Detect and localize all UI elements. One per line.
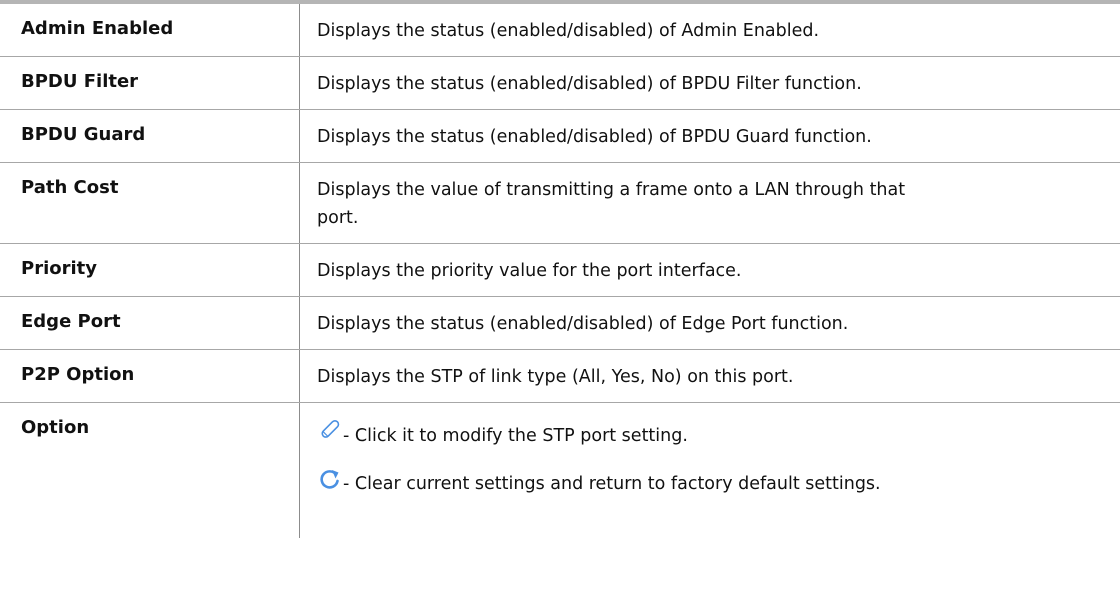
option-reset-text: - Clear current settings and return to f…	[343, 474, 881, 494]
description-text: Displays the status (enabled/disabled) o…	[317, 21, 820, 41]
term-cell: Path Cost	[0, 163, 300, 243]
term-label: Edge Port	[21, 311, 121, 332]
term-cell: Option	[0, 403, 300, 538]
table-row-p2p-option: P2P Option Displays the STP of link type…	[0, 350, 1120, 403]
description-text: Displays the status (enabled/disabled) o…	[317, 314, 849, 334]
option-edit-line: - Click it to modify the STP port settin…	[317, 405, 1080, 449]
term-cell: Priority	[0, 244, 300, 296]
term-label: Path Cost	[21, 177, 119, 198]
table-row-bpdu-guard: BPDU Guard Displays the status (enabled/…	[0, 110, 1120, 163]
table-row-option: Option - Click it to modify the STP port…	[0, 403, 1120, 538]
description-text: Displays the status (enabled/disabled) o…	[317, 127, 872, 147]
term-cell: BPDU Guard	[0, 110, 300, 162]
term-label: Option	[21, 417, 90, 438]
description-text: Displays the priority value for the port…	[317, 261, 742, 281]
pencil-edit-icon	[317, 419, 343, 449]
description-text: Displays the status (enabled/disabled) o…	[317, 74, 862, 94]
option-edit-text: - Click it to modify the STP port settin…	[343, 426, 688, 446]
term-label: BPDU Filter	[21, 71, 139, 92]
description-cell: Displays the value of transmitting a fra…	[300, 163, 1120, 243]
table-row-edge-port: Edge Port Displays the status (enabled/d…	[0, 297, 1120, 350]
option-reset-line: - Clear current settings and return to f…	[317, 453, 1080, 497]
description-table: Admin Enabled Displays the status (enabl…	[0, 0, 1120, 538]
description-cell: Displays the status (enabled/disabled) o…	[300, 297, 1120, 349]
term-label: Admin Enabled	[21, 18, 174, 39]
description-cell: Displays the priority value for the port…	[300, 244, 1120, 296]
description-text: Displays the STP of link type (All, Yes,…	[317, 367, 794, 387]
description-cell: Displays the status (enabled/disabled) o…	[300, 57, 1120, 109]
description-text-line-2: port.	[317, 208, 359, 228]
description-cell: - Click it to modify the STP port settin…	[300, 403, 1120, 538]
description-text-line-1: Displays the value of transmitting a fra…	[317, 180, 906, 200]
refresh-reset-icon	[317, 467, 343, 497]
term-cell: Edge Port	[0, 297, 300, 349]
description-cell: Displays the status (enabled/disabled) o…	[300, 4, 1120, 56]
term-label: Priority	[21, 258, 97, 279]
description-cell: Displays the STP of link type (All, Yes,…	[300, 350, 1120, 402]
description-cell: Displays the status (enabled/disabled) o…	[300, 110, 1120, 162]
term-label: BPDU Guard	[21, 124, 146, 145]
table-row-path-cost: Path Cost Displays the value of transmit…	[0, 163, 1120, 244]
term-cell: P2P Option	[0, 350, 300, 402]
term-cell: Admin Enabled	[0, 4, 300, 56]
table-row-admin-enabled: Admin Enabled Displays the status (enabl…	[0, 4, 1120, 57]
table-row-bpdu-filter: BPDU Filter Displays the status (enabled…	[0, 57, 1120, 110]
term-label: P2P Option	[21, 364, 135, 385]
term-cell: BPDU Filter	[0, 57, 300, 109]
table-row-priority: Priority Displays the priority value for…	[0, 244, 1120, 297]
